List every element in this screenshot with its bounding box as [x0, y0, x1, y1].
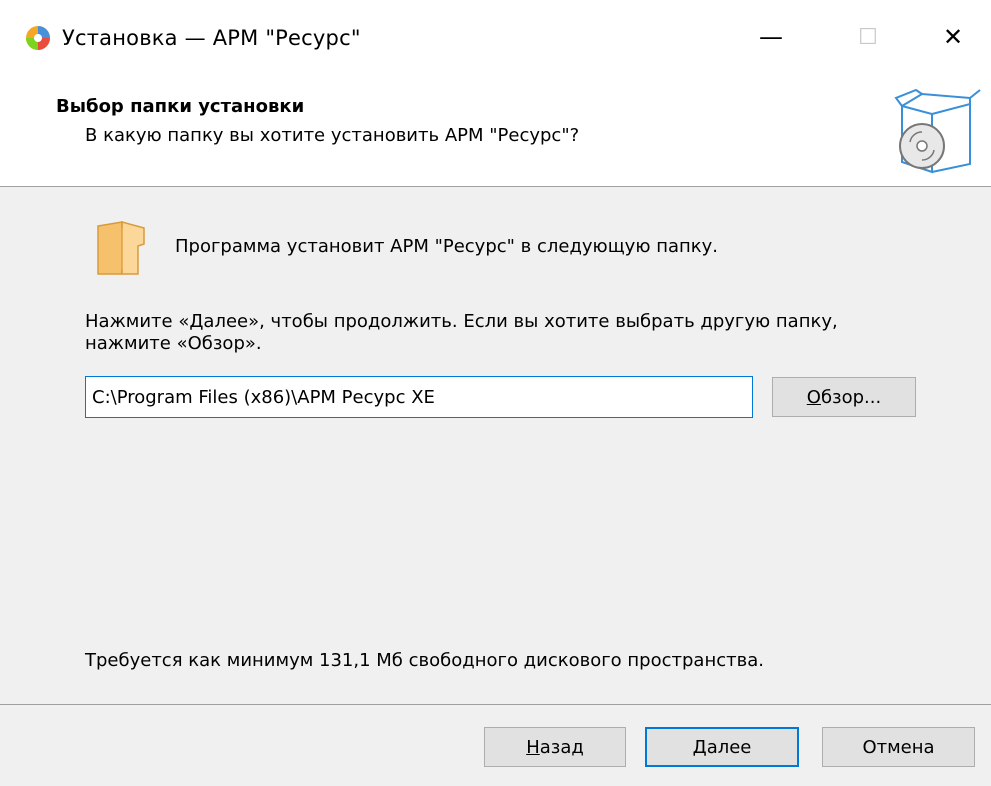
- close-button[interactable]: ✕: [930, 14, 976, 60]
- page-subtitle: В какую папку вы хотите установить АРМ "…: [85, 125, 580, 146]
- window-title: Установка — АРМ "Ресурс": [62, 26, 361, 50]
- back-accel: Н: [526, 736, 540, 758]
- footer-divider: [0, 704, 991, 705]
- app-icon: [26, 26, 50, 50]
- browse-label: бзор...: [820, 386, 882, 408]
- disk-space-text: Требуется как минимум 131,1 Мб свободног…: [85, 650, 764, 671]
- setup-box-icon: [894, 88, 981, 174]
- next-label: алее: [706, 736, 752, 758]
- next-accel: Д: [692, 736, 707, 758]
- back-button[interactable]: Назад: [484, 727, 626, 767]
- cancel-button[interactable]: Отмена: [822, 727, 975, 767]
- browse-accel: О: [806, 386, 821, 408]
- install-path-input[interactable]: [85, 376, 753, 418]
- maximize-button[interactable]: ☐: [845, 14, 891, 60]
- wizard-header: Выбор папки установки В какую папку вы х…: [0, 84, 991, 187]
- title-bar: Установка — АРМ "Ресурс" — ☐ ✕: [0, 0, 991, 84]
- minimize-button[interactable]: —: [748, 14, 794, 60]
- browse-button[interactable]: Обзор...: [772, 377, 916, 417]
- destination-text: Программа установит АРМ "Ресурс" в следу…: [175, 236, 719, 257]
- folder-icon: [97, 221, 145, 275]
- instructions-line-1: Нажмите «Далее», чтобы продолжить. Если …: [85, 311, 838, 332]
- back-label: азад: [539, 736, 584, 758]
- instructions-text: Нажмите «Далее», чтобы продолжить. Если …: [85, 311, 925, 355]
- next-button[interactable]: Далее: [645, 727, 799, 767]
- instructions-line-2: нажмите «Обзор».: [85, 333, 262, 354]
- maximize-icon: ☐: [858, 24, 878, 50]
- page-title: Выбор папки установки: [56, 96, 305, 117]
